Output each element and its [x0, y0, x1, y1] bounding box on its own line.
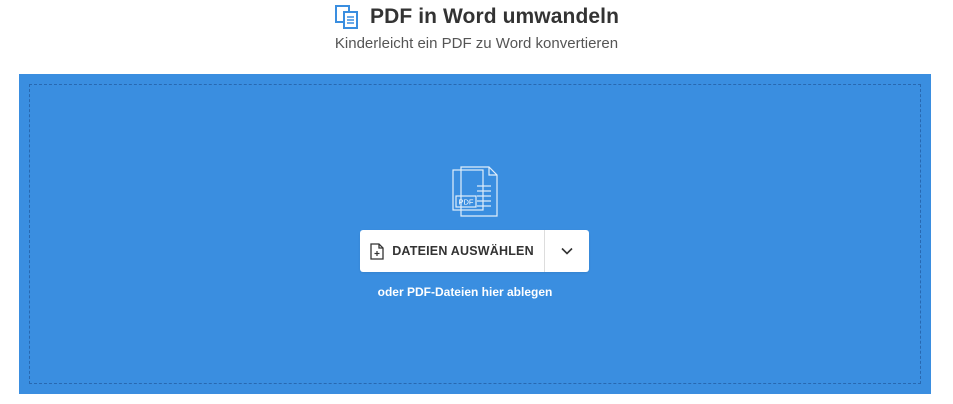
- page-header: PDF in Word umwandeln Kinderleicht ein P…: [0, 0, 953, 70]
- page-title: PDF in Word umwandeln: [369, 5, 620, 28]
- pdf-document-icon: PDF: [452, 166, 502, 218]
- choose-files-button-group: DATEIEN AUSWÄHLEN: [360, 230, 589, 272]
- upload-source-dropdown-button[interactable]: [545, 230, 589, 272]
- file-add-icon: [370, 242, 384, 260]
- pdf-illustration-label: PDF: [459, 198, 474, 207]
- drop-files-hint: oder PDF-Dateien hier ablegen: [377, 285, 553, 299]
- page-subtitle: Kinderleicht ein PDF zu Word konvertiere…: [334, 35, 619, 52]
- file-dropzone[interactable]: PDF DATEIEN AUSWÄHLEN oder PDF-Dateien h…: [19, 74, 931, 394]
- choose-files-button[interactable]: DATEIEN AUSWÄHLEN: [360, 230, 545, 272]
- title-row: PDF in Word umwandeln: [0, 4, 953, 30]
- choose-files-label: DATEIEN AUSWÄHLEN: [392, 244, 534, 258]
- pdf-to-word-icon: [334, 4, 360, 30]
- chevron-down-icon: [561, 242, 573, 260]
